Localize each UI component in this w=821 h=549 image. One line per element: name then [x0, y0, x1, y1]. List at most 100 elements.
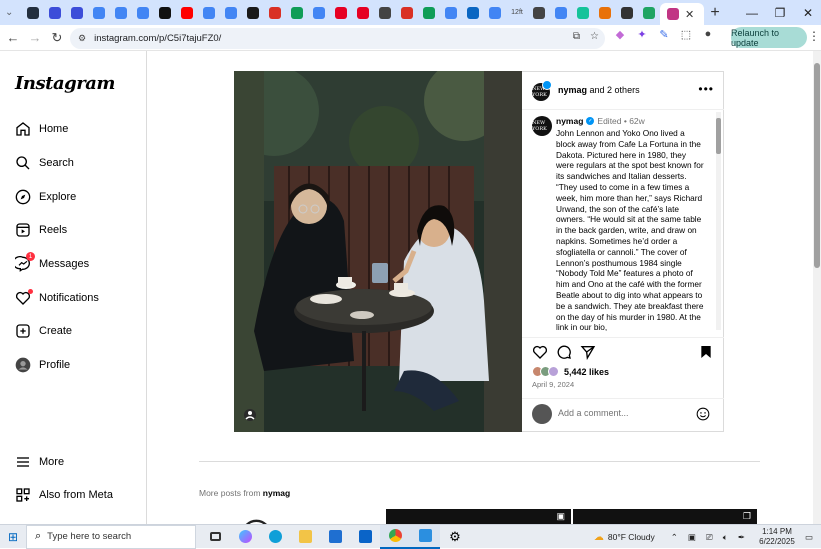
browser-tab[interactable]: [572, 0, 594, 25]
browser-tab[interactable]: [286, 0, 308, 25]
reload-icon[interactable]: ↻: [46, 30, 68, 46]
copilot-icon[interactable]: [230, 525, 260, 549]
browser-tab[interactable]: [132, 0, 154, 25]
browser-menu-icon[interactable]: ⋮: [808, 29, 820, 43]
browser-tab[interactable]: ⌄: [0, 0, 22, 25]
browser-tab[interactable]: [264, 0, 286, 25]
file-explorer-icon[interactable]: [290, 525, 320, 549]
caption-avatar[interactable]: NEW YORK: [532, 116, 552, 136]
likes-count[interactable]: 5,442 likes: [564, 367, 609, 377]
network-icon[interactable]: ⎚: [706, 532, 713, 543]
task-view-icon[interactable]: [200, 525, 230, 549]
notifications-icon[interactable]: ▭: [805, 532, 813, 543]
browser-tab[interactable]: [308, 0, 330, 25]
browser-tab[interactable]: [22, 0, 44, 25]
settings-icon[interactable]: ⚙: [440, 525, 470, 549]
sidebar-item-search[interactable]: Search: [15, 151, 74, 175]
browser-tab[interactable]: [550, 0, 572, 25]
weather-text[interactable]: 80°F Cloudy: [608, 532, 655, 542]
sidebar-item-messages[interactable]: 1 Messages: [15, 252, 89, 276]
browser-tab[interactable]: [154, 0, 176, 25]
browser-tab[interactable]: [440, 0, 462, 25]
clock[interactable]: 1:14 PM 6/22/2025: [751, 527, 803, 547]
pen-icon[interactable]: ✒: [738, 532, 745, 543]
browser-tab[interactable]: [110, 0, 132, 25]
browser-tab[interactable]: [242, 0, 264, 25]
minimize-icon[interactable]: —: [738, 6, 766, 20]
site-info-icon[interactable]: ⚙: [78, 33, 86, 44]
browser-tab[interactable]: [88, 0, 110, 25]
emoji-icon[interactable]: [696, 407, 710, 421]
photoshop-icon[interactable]: [410, 524, 440, 549]
comment-input[interactable]: Add a comment...: [558, 408, 629, 418]
sidebar-item-home[interactable]: Home: [15, 117, 68, 141]
browser-tab[interactable]: [396, 0, 418, 25]
page-scrollbar[interactable]: [813, 51, 821, 524]
profile-icon[interactable]: ●: [697, 28, 719, 41]
browser-tab[interactable]: [616, 0, 638, 25]
browser-tab[interactable]: [220, 0, 242, 25]
header-others[interactable]: and 2 others: [590, 85, 640, 95]
browser-tab[interactable]: [374, 0, 396, 25]
caption-username[interactable]: nymag: [556, 116, 583, 126]
close-tab-icon[interactable]: ✕: [685, 8, 697, 21]
browser-tab[interactable]: [66, 0, 88, 25]
store-icon[interactable]: [320, 525, 350, 549]
post-date[interactable]: April 9, 2024: [532, 380, 574, 389]
more-post-thumbnail[interactable]: ❐: [573, 509, 757, 524]
sidebar-item-reels[interactable]: Reels: [15, 218, 67, 242]
share-icon[interactable]: [580, 344, 596, 360]
caption-scroll-thumb[interactable]: [716, 118, 721, 154]
bookmark-star-icon[interactable]: ☆: [590, 31, 599, 42]
extension-pen-icon[interactable]: ✎: [653, 28, 675, 41]
sidebar-item-also-from-meta[interactable]: Also from Meta: [15, 483, 113, 507]
more-options-icon[interactable]: •••: [698, 82, 714, 96]
taskbar-search[interactable]: ⌕ Type here to search: [26, 524, 196, 549]
browser-tab[interactable]: [638, 0, 660, 25]
instagram-logo[interactable]: Instagram: [15, 73, 115, 94]
extension-puzzle-icon[interactable]: ✦: [631, 28, 653, 41]
address-bar[interactable]: ⚙ instagram.com/p/C5i7tajuFZ0/ ⧉ ☆: [70, 28, 605, 49]
browser-tab[interactable]: [198, 0, 220, 25]
browser-tab[interactable]: [528, 0, 550, 25]
tray-chevron-icon[interactable]: ⌃: [671, 532, 678, 543]
relaunch-button[interactable]: Relaunch to update: [731, 27, 807, 48]
close-window-icon[interactable]: ✕: [794, 6, 821, 20]
sidebar-item-notifications[interactable]: Notifications: [15, 286, 99, 310]
install-app-icon[interactable]: ⧉: [573, 31, 580, 42]
maximize-icon[interactable]: ❐: [766, 6, 794, 20]
volume-icon[interactable]: 🔈︎: [723, 532, 728, 543]
more-posts-username[interactable]: nymag: [263, 488, 290, 498]
saved-bookmark-icon[interactable]: [698, 344, 714, 360]
browser-tab[interactable]: [462, 0, 484, 25]
browser-tab[interactable]: ✕: [660, 3, 704, 25]
sidebar-item-explore[interactable]: Explore: [15, 185, 76, 209]
browser-tab[interactable]: [484, 0, 506, 25]
edge-icon[interactable]: [260, 525, 290, 549]
page-scroll-thumb[interactable]: [814, 63, 820, 268]
browser-tab[interactable]: 12ft: [506, 0, 528, 25]
browser-tab[interactable]: [594, 0, 616, 25]
chrome-icon[interactable]: [380, 524, 410, 549]
header-username[interactable]: nymag: [558, 85, 587, 95]
tray-app-icon[interactable]: ▣: [688, 532, 696, 543]
outlook-icon[interactable]: [350, 525, 380, 549]
comment-icon[interactable]: [556, 344, 572, 360]
browser-tab[interactable]: [330, 0, 352, 25]
new-tab-icon[interactable]: +: [704, 0, 726, 25]
browser-tab[interactable]: [352, 0, 374, 25]
like-heart-icon[interactable]: [532, 344, 548, 360]
browser-tab[interactable]: [44, 0, 66, 25]
sidebar-item-create[interactable]: Create: [15, 319, 72, 343]
windows-start-icon[interactable]: ⊞: [0, 530, 26, 544]
more-post-thumbnail[interactable]: ▣: [386, 509, 571, 524]
partial-thumbnail-graphic[interactable]: ⊂⌒⊂ ⊔⊂: [225, 514, 340, 524]
extension-gem-icon[interactable]: ◆: [609, 28, 631, 41]
extensions-icon[interactable]: ⬚: [675, 28, 697, 41]
post-authors[interactable]: nymag and 2 others: [558, 85, 640, 95]
post-photo[interactable]: [234, 71, 522, 432]
sidebar-item-more[interactable]: More: [15, 450, 64, 474]
browser-tab[interactable]: [418, 0, 440, 25]
back-icon[interactable]: ←: [2, 30, 24, 45]
sidebar-item-profile[interactable]: Profile: [15, 353, 70, 377]
